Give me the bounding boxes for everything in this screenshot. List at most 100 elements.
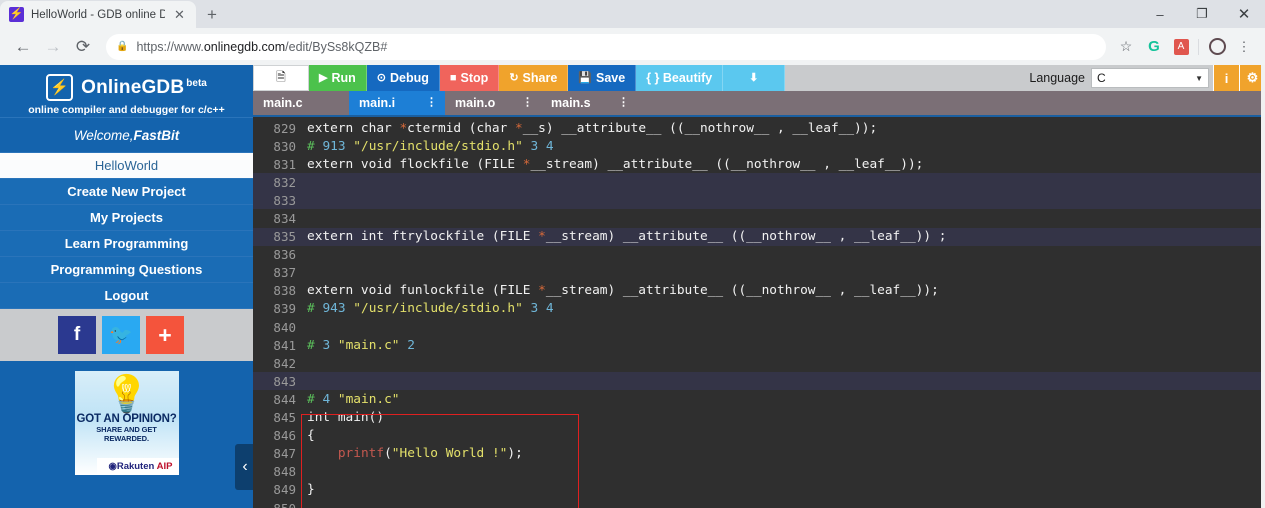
- code-text[interactable]: {: [305, 428, 315, 443]
- code-line[interactable]: 834: [253, 209, 1265, 227]
- minimize-icon[interactable]: –: [1139, 0, 1181, 28]
- code-line[interactable]: 832: [253, 173, 1265, 192]
- chevron-down-icon: ▼: [1195, 73, 1203, 83]
- code-text[interactable]: extern int ftrylockfile (FILE *__stream)…: [305, 229, 947, 244]
- code-line[interactable]: 837: [253, 264, 1265, 282]
- page-content: ⚡ OnlineGDB beta online compiler and debu…: [0, 65, 1265, 508]
- code-line[interactable]: 847 printf("Hello World !");: [253, 445, 1265, 463]
- sidebar-item-helloworld[interactable]: HelloWorld: [0, 153, 253, 179]
- code-line[interactable]: 835 extern int ftrylockfile (FILE *__stre…: [253, 227, 1265, 246]
- line-number: 849: [273, 482, 296, 498]
- code-line[interactable]: 849}: [253, 481, 1265, 499]
- share-more-icon[interactable]: +: [146, 316, 184, 354]
- code-editor[interactable]: 829 extern char *ctermid (char *__s) __at…: [253, 119, 1265, 508]
- code-text[interactable]: extern void funlockfile (FILE *__stream)…: [305, 283, 939, 298]
- save-button[interactable]: 💾 Save: [568, 65, 637, 91]
- language-dropdown[interactable]: C ▼: [1091, 68, 1209, 88]
- code-text[interactable]: # 4 "main.c": [305, 392, 400, 407]
- code-text[interactable]: printf("Hello World !");: [305, 446, 523, 461]
- download-button[interactable]: ⬇: [723, 65, 786, 91]
- code-text[interactable]: }: [305, 482, 315, 497]
- code-line[interactable]: 846 {: [253, 427, 1265, 445]
- pdf-extension-icon[interactable]: A: [1168, 34, 1194, 60]
- kebab-menu-icon[interactable]: ⋮: [618, 97, 629, 108]
- code-line[interactable]: 841 # 3 "main.c" 2: [253, 336, 1265, 354]
- language-selector[interactable]: Language C ▼: [1029, 65, 1213, 91]
- sidebar-item-programming-questions[interactable]: Programming Questions: [0, 257, 253, 283]
- sidebar-nav: HelloWorld Create New Project My Project…: [0, 153, 253, 309]
- ad-container[interactable]: 💡 GOT AN OPINION? SHARE AND GET REWARDED…: [0, 361, 253, 476]
- file-tab-main-c[interactable]: main.c: [253, 91, 349, 115]
- code-line[interactable]: 843: [253, 372, 1265, 391]
- bolt-logo-icon: ⚡: [46, 74, 74, 101]
- code-line[interactable]: 831 extern void flockfile (FILE *__stream…: [253, 155, 1265, 173]
- close-icon[interactable]: ✕: [1223, 0, 1265, 28]
- grammarly-extension-icon[interactable]: G: [1141, 34, 1167, 60]
- language-value: C: [1097, 71, 1106, 85]
- ad-banner[interactable]: 💡 GOT AN OPINION? SHARE AND GET REWARDED…: [74, 371, 179, 475]
- avatar[interactable]: [1204, 34, 1230, 60]
- new-tab-button[interactable]: +: [198, 2, 226, 28]
- address-bar-url: https://www.onlinegdb.com/edit/BySs8kQZB…: [136, 40, 387, 54]
- code-text[interactable]: # 943 "/usr/include/stdio.h" 3 4: [305, 301, 554, 316]
- maximize-icon[interactable]: ❐: [1181, 0, 1223, 28]
- address-bar[interactable]: 🔒 https://www.onlinegdb.com/edit/BySs8kQ…: [106, 33, 1106, 60]
- new-file-button[interactable]: 🗎: [253, 65, 309, 91]
- sidebar-item-my-projects[interactable]: My Projects: [0, 205, 253, 231]
- stop-icon: ■: [449, 71, 457, 84]
- editor-toolbar: 🗎 ▶ Run ⊙ Debug ■ Stop ↻ Share 💾 Save {…: [253, 65, 1265, 91]
- info-button[interactable]: i: [1213, 65, 1239, 91]
- sidebar-collapse-button[interactable]: ‹: [235, 444, 255, 490]
- file-tab-main-o[interactable]: main.o ⋮: [445, 91, 541, 115]
- close-icon[interactable]: ✕: [172, 8, 187, 21]
- code-line[interactable]: 848: [253, 463, 1265, 481]
- brand-name: OnlineGDB: [81, 76, 185, 98]
- browser-tab[interactable]: ⚡ HelloWorld - GDB online Debug ✕: [0, 1, 196, 28]
- share-button[interactable]: ↻ Share: [499, 65, 569, 91]
- facebook-icon[interactable]: f: [58, 316, 96, 354]
- kebab-menu-icon[interactable]: ⋮: [426, 97, 437, 108]
- beautify-button[interactable]: { } Beautify: [636, 65, 724, 91]
- code-line[interactable]: 850: [253, 499, 1265, 508]
- bookmark-star-icon[interactable]: ☆: [1112, 34, 1140, 60]
- code-text[interactable]: int main(): [305, 410, 384, 425]
- code-text[interactable]: # 3 "main.c" 2: [305, 338, 415, 353]
- browser-titlebar: ⚡ HelloWorld - GDB online Debug ✕ + – ❐ …: [0, 0, 1265, 28]
- code-text[interactable]: extern char *ctermid (char *__s) __attri…: [305, 121, 877, 136]
- social-buttons: f 🐦 +: [0, 309, 253, 361]
- editor-area: 🗎 ▶ Run ⊙ Debug ■ Stop ↻ Share 💾 Save {…: [253, 65, 1265, 508]
- forward-icon[interactable]: →: [38, 32, 68, 62]
- debug-button[interactable]: ⊙ Debug: [366, 65, 440, 91]
- twitter-icon[interactable]: 🐦: [102, 316, 140, 354]
- code-line[interactable]: 838 extern void funlockfile (FILE *__stre…: [253, 282, 1265, 300]
- code-line[interactable]: 836: [253, 246, 1265, 264]
- code-line[interactable]: 829 extern char *ctermid (char *__s) __at…: [253, 119, 1265, 137]
- back-icon[interactable]: ←: [8, 32, 38, 62]
- code-line[interactable]: 830 # 913 "/usr/include/stdio.h" 3 4: [253, 137, 1265, 155]
- code-line[interactable]: 833: [253, 191, 1265, 210]
- code-line[interactable]: 844 # 4 "main.c": [253, 390, 1265, 408]
- code-text[interactable]: extern void flockfile (FILE *__stream) _…: [305, 157, 923, 172]
- code-line[interactable]: 842: [253, 354, 1265, 372]
- file-tab-main-i[interactable]: main.i ⋮: [349, 91, 445, 115]
- sidebar-item-create-new-project[interactable]: Create New Project: [0, 179, 253, 205]
- code-text[interactable]: # 913 "/usr/include/stdio.h" 3 4: [305, 139, 554, 154]
- debug-button-label: Debug: [390, 71, 429, 85]
- language-label: Language: [1029, 71, 1085, 85]
- kebab-menu-icon[interactable]: ⋮: [522, 97, 533, 108]
- code-line[interactable]: 845 int main(): [253, 409, 1265, 427]
- stop-button[interactable]: ■ Stop: [439, 65, 500, 91]
- page-scrollbar[interactable]: [1261, 65, 1265, 508]
- browser-menu-icon[interactable]: ⋮: [1231, 34, 1257, 60]
- code-line[interactable]: 839 # 943 "/usr/include/stdio.h" 3 4: [253, 300, 1265, 318]
- line-number: 832: [273, 174, 296, 190]
- line-number: 850: [253, 501, 305, 508]
- run-button[interactable]: ▶ Run: [309, 65, 367, 91]
- reload-icon[interactable]: ⟳: [68, 32, 98, 62]
- sidebar-item-learn-programming[interactable]: Learn Programming: [0, 231, 253, 257]
- sidebar-item-logout[interactable]: Logout: [0, 283, 253, 309]
- code-line[interactable]: 840: [253, 318, 1265, 336]
- line-number: 847: [273, 446, 296, 462]
- file-tab-main-s[interactable]: main.s ⋮: [541, 91, 637, 115]
- browser-window: ⚡ HelloWorld - GDB online Debug ✕ + – ❐ …: [0, 0, 1265, 508]
